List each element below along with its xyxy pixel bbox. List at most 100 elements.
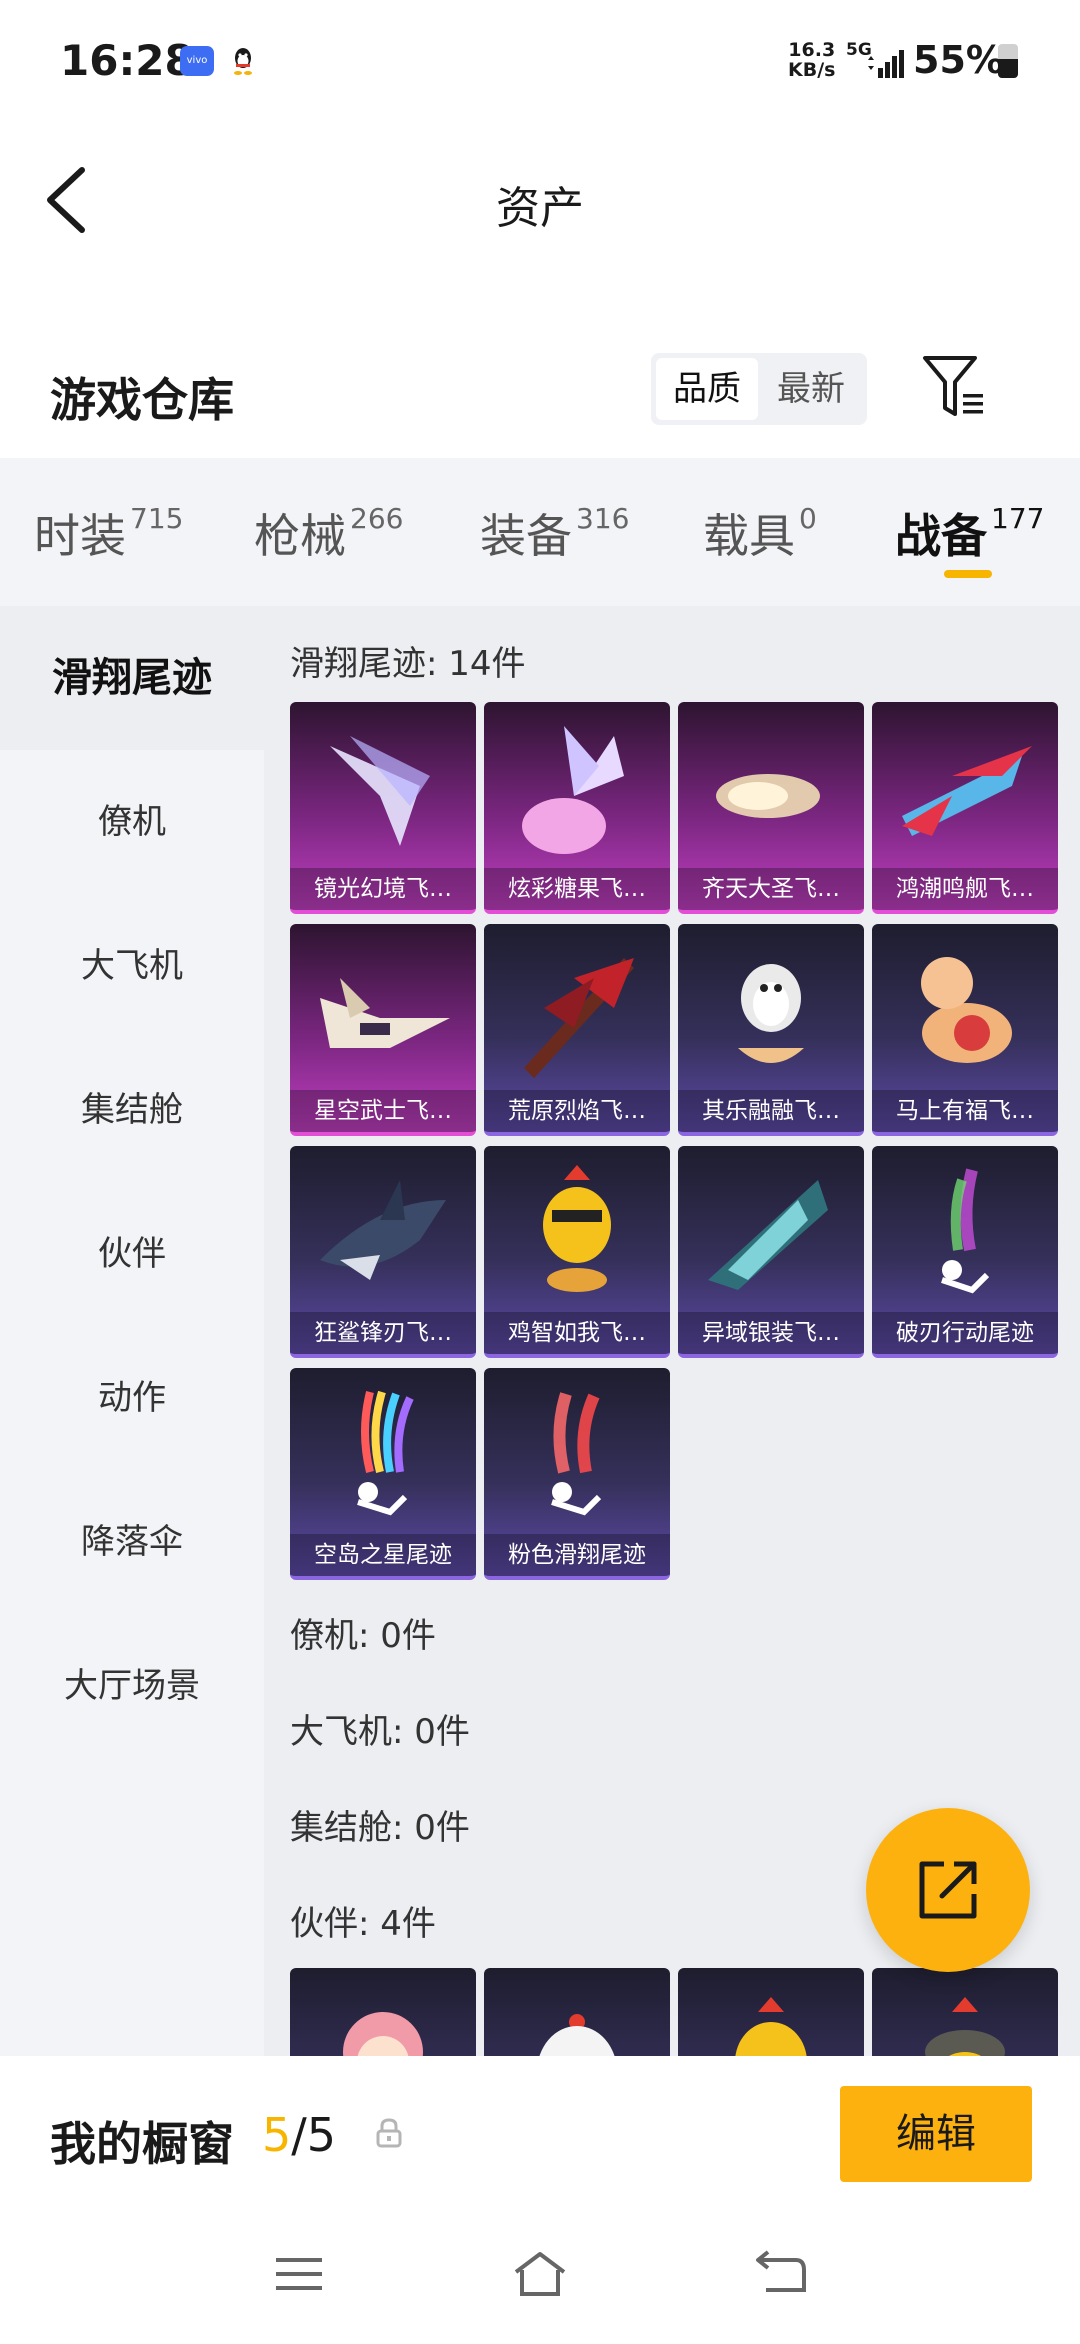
tab-count: 715 <box>130 502 184 535</box>
vivo-icon: vivo <box>180 46 214 76</box>
smoke-trail-icon <box>941 1168 990 1294</box>
speed-value: 16.3 <box>788 39 836 61</box>
group-title-big-plane: 大飞机: 0件 <box>290 1712 470 1752</box>
item-card[interactable]: 异域银装飞… <box>678 1146 864 1358</box>
menu-icon[interactable] <box>272 2250 328 2298</box>
item-card[interactable]: 狂鲨锋刃飞… <box>290 1146 476 1358</box>
shark-glider-icon <box>320 1180 446 1280</box>
item-name: 空岛之星尾迹 <box>290 1534 476 1576</box>
item-card[interactable]: 鸿潮鸣舰飞… <box>872 702 1058 914</box>
item-name: 星空武士飞… <box>290 1090 476 1132</box>
back-icon[interactable] <box>752 2250 808 2298</box>
item-card[interactable]: 鸡智如我飞… <box>484 1146 670 1358</box>
sidebar-item-lobby-scene[interactable]: 大厅场景 <box>0 1614 264 1758</box>
item-name: 齐天大圣飞… <box>678 868 864 910</box>
exotic-glider-icon <box>708 1180 828 1290</box>
sort-quality-button[interactable]: 品质 <box>656 358 758 420</box>
tab-count: 0 <box>799 502 817 535</box>
active-tab-indicator <box>944 570 992 578</box>
sidebar-item-parachute[interactable]: 降落伞 <box>0 1470 264 1614</box>
sidebar-item-wingman[interactable]: 僚机 <box>0 750 264 894</box>
section-title: 游戏仓库 <box>50 373 234 427</box>
partner-pink-hair-icon <box>343 2012 423 2056</box>
item-card[interactable]: 其乐融融飞… <box>678 924 864 1136</box>
sidebar-item-emote[interactable]: 动作 <box>0 1326 264 1470</box>
item-card[interactable]: 齐天大圣飞… <box>678 702 864 914</box>
group-title-glide-trail: 滑翔尾迹: 14件 <box>290 644 526 684</box>
partner-egg-icon <box>539 2014 615 2056</box>
partner-card[interactable] <box>484 1968 670 2056</box>
tab-label: 时装 <box>34 509 126 563</box>
lock-icon[interactable] <box>376 2118 402 2148</box>
flame-glider-icon <box>524 958 634 1078</box>
item-name: 破刃行动尾迹 <box>872 1312 1058 1354</box>
sidebar-item-partner[interactable]: 伙伴 <box>0 1182 264 1326</box>
share-button[interactable] <box>866 1808 1030 1972</box>
pink-trail-icon <box>551 1392 602 1516</box>
item-name: 异域银装飞… <box>678 1312 864 1354</box>
item-card[interactable]: 星空武士飞… <box>290 924 476 1136</box>
category-tabs: 时装 715 枪械 266 装备 316 载具 0 战备 177 <box>0 458 1080 606</box>
item-card[interactable]: 粉色滑翔尾迹 <box>484 1368 670 1580</box>
partner-card[interactable] <box>872 1968 1058 2056</box>
sidebar-item-big-plane[interactable]: 大飞机 <box>0 894 264 1038</box>
wing-glider-icon <box>330 736 430 846</box>
sidebar-item-pod[interactable]: 集结舱 <box>0 1038 264 1182</box>
item-name: 马上有福飞… <box>872 1090 1058 1132</box>
sort-toggle: 品质 最新 <box>651 353 867 425</box>
candy-glider-icon <box>522 726 624 854</box>
tab-count: 316 <box>576 502 630 535</box>
item-card[interactable]: 马上有福飞… <box>872 924 1058 1136</box>
tab-count: 266 <box>350 502 404 535</box>
item-name: 粉色滑翔尾迹 <box>484 1534 670 1576</box>
chicken-glider-icon <box>543 1165 611 1292</box>
showcase-count: 5/5 <box>262 2108 336 2162</box>
tab-battle-prep[interactable]: 战备 177 <box>895 500 1044 566</box>
horse-glider-icon <box>921 957 1012 1063</box>
battery-fill <box>998 59 1018 78</box>
sort-newest-button[interactable]: 最新 <box>760 358 862 420</box>
item-name: 镜光幻境飞… <box>290 868 476 910</box>
speed-unit: KB/s <box>788 59 836 81</box>
nav-bar: 资产 <box>0 120 1080 280</box>
item-card[interactable]: 破刃行动尾迹 <box>872 1146 1058 1358</box>
status-time: 16:28 <box>60 36 194 85</box>
partner-card[interactable] <box>290 1968 476 2056</box>
tab-label: 载具 <box>703 509 795 563</box>
showcase-count-current: 5 <box>262 2108 292 2162</box>
sidebar-item-glide-trail[interactable]: 滑翔尾迹 <box>0 606 264 750</box>
tab-vehicles[interactable]: 载具 0 <box>703 500 817 566</box>
home-icon[interactable] <box>512 2250 568 2298</box>
filter-icon[interactable] <box>921 352 987 422</box>
tab-guns[interactable]: 枪械 266 <box>254 500 403 566</box>
item-card[interactable]: 炫彩糖果飞… <box>484 702 670 914</box>
item-name: 狂鲨锋刃飞… <box>290 1312 476 1354</box>
partner-card[interactable] <box>678 1968 864 2056</box>
item-name: 鸡智如我飞… <box>484 1312 670 1354</box>
group-title-pod: 集结舱: 0件 <box>290 1808 470 1848</box>
tab-label: 战备 <box>895 509 987 563</box>
warehouse-header: 游戏仓库 品质 最新 <box>0 330 1080 458</box>
signal-icon <box>868 50 904 78</box>
tab-gear[interactable]: 装备 316 <box>480 500 629 566</box>
tab-count: 177 <box>991 502 1045 535</box>
item-card[interactable]: 镜光幻境飞… <box>290 702 476 914</box>
share-icon <box>919 1861 977 1919</box>
showcase-bar: 我的橱窗 5/5 编辑 <box>0 2056 1080 2206</box>
rainbow-trail-icon <box>357 1390 414 1516</box>
page-title: 资产 <box>496 183 584 234</box>
item-name: 荒原烈焰飞… <box>484 1090 670 1132</box>
partner-chicken-icon <box>735 1997 807 2056</box>
partner-helmet-icon <box>925 1997 1005 2056</box>
tab-label: 装备 <box>480 509 572 563</box>
item-name: 其乐融融飞… <box>678 1090 864 1132</box>
penguin-glider-icon <box>738 964 804 1063</box>
tab-fashion[interactable]: 时装 715 <box>34 500 183 566</box>
cloud-glider-icon <box>716 774 820 818</box>
item-name: 炫彩糖果飞… <box>484 868 670 910</box>
item-card[interactable]: 空岛之星尾迹 <box>290 1368 476 1580</box>
item-card[interactable]: 荒原烈焰飞… <box>484 924 670 1136</box>
system-navigation-bar <box>0 2206 1080 2344</box>
showcase-count-total: /5 <box>291 2108 337 2162</box>
edit-button[interactable]: 编辑 <box>840 2086 1032 2182</box>
